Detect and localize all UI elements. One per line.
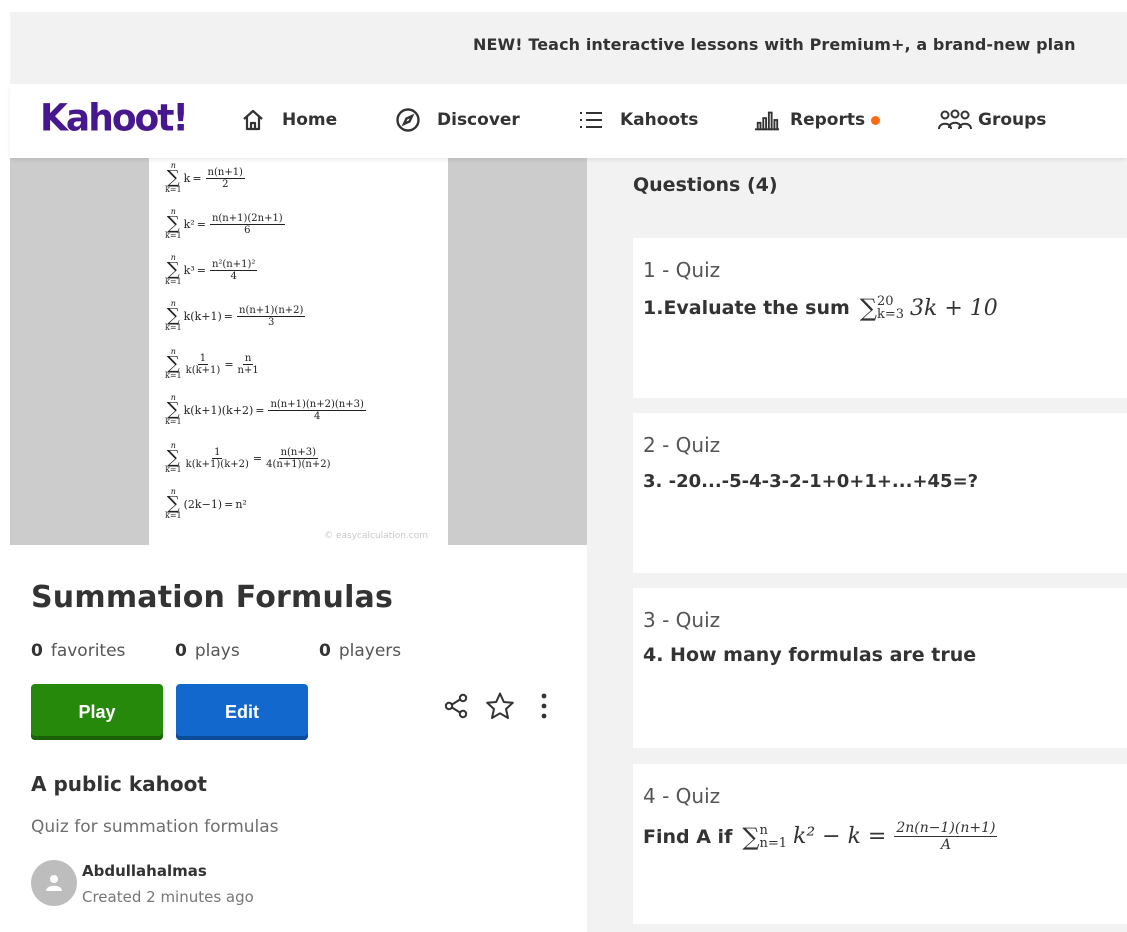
formula-row: n ∑ k=1 1 k(k+1)(k+2) = n(n+3) 4(n+1)(n+2) <box>165 441 331 474</box>
bar-chart-icon <box>754 107 780 133</box>
nav-home-label: Home <box>282 110 338 130</box>
favorite-star-icon[interactable] <box>485 690 515 722</box>
formula-row: n ∑ k=1 1 k(k+1) = n n+1 <box>165 347 259 380</box>
nav-groups[interactable]: Groups <box>938 106 1046 134</box>
questions-panel: Questions (4) 1 - Quiz 1.Evaluate the su… <box>587 158 1127 932</box>
nav-reports[interactable]: Reports <box>754 106 881 134</box>
play-button[interactable]: Play <box>31 684 163 740</box>
nav-discover-label: Discover <box>437 110 520 130</box>
question-text: 3. -20...-5-4-3-2-1+0+1+...+45=? <box>643 471 979 492</box>
kahoot-logo[interactable]: Kahoot! <box>40 97 189 140</box>
question-math: ∑ n n=1 k² − k = 2n(n−1)(n+1) A <box>742 820 998 853</box>
formula-row: n ∑ k=1 k(k+1)(k+2) = n(n+1)(n+2)(n+3) 4 <box>165 393 366 426</box>
kahoot-stats: 0 favorites 0 plays 0 players <box>31 641 443 661</box>
formula-row: n ∑ k=1 k(k+1) = n(n+1)(n+2) 3 <box>165 299 306 332</box>
nav-groups-label: Groups <box>978 110 1047 130</box>
user-icon <box>46 875 62 891</box>
nav-kahoots-label: Kahoots <box>620 110 699 130</box>
groups-icon <box>938 107 972 133</box>
nav-reports-label: Reports <box>790 110 866 130</box>
formula-image: © easycalculation.com n ∑ k=1 k = n(n+1) 2 n ∑ k=… <box>149 158 448 545</box>
stat-plays: 0 plays <box>175 641 240 661</box>
list-icon <box>578 107 604 133</box>
question-text: Find A if ∑ n n=1 k² − k = 2n(n−1)(n+1) A <box>643 820 998 853</box>
top-nav: Kahoot! Home Discover Kahoots Reports Gr… <box>10 84 1127 158</box>
created-time: Created 2 minutes ago <box>82 888 254 906</box>
formula-row: n ∑ k=1 (2k−1) = n² <box>165 487 247 520</box>
question-card[interactable]: 2 - Quiz 3. -20...-5-4-3-2-1+0+1+...+45=… <box>633 413 1127 573</box>
question-card[interactable]: 3 - Quiz 4. How many formulas are true <box>633 588 1127 748</box>
author-name[interactable]: Abdullahalmas <box>82 862 207 880</box>
compass-icon <box>395 107 421 133</box>
edit-button[interactable]: Edit <box>176 684 308 740</box>
stat-players: 0 players <box>319 641 402 661</box>
kahoot-description: Quiz for summation formulas <box>31 817 279 837</box>
question-number: 4 - Quiz <box>643 784 721 808</box>
question-card[interactable]: 1 - Quiz 1.Evaluate the sum ∑ 20 k=3 3k +… <box>633 238 1127 398</box>
formula-row: n ∑ k=1 k² = n(n+1)(2n+1) 6 <box>165 207 285 240</box>
question-math: ∑ 20 k=3 3k + 10 <box>859 294 998 322</box>
promo-banner[interactable]: NEW! Teach interactive lessons with Prem… <box>10 12 1127 84</box>
nav-home[interactable]: Home <box>240 106 337 134</box>
question-text: 1.Evaluate the sum ∑ 20 k=3 3k + 10 <box>643 294 998 322</box>
kahoot-cover-image: © easycalculation.com n ∑ k=1 k = n(n+1) 2 n ∑ k=… <box>10 158 587 545</box>
formula-row: n ∑ k=1 k³ = n²(n+1)² 4 <box>165 253 258 286</box>
question-card[interactable]: 4 - Quiz Find A if ∑ n n=1 k² − k = 2n(n−… <box>633 764 1127 924</box>
more-options-icon[interactable] <box>529 690 559 722</box>
question-text: 4. How many formulas are true <box>643 644 977 666</box>
question-number: 2 - Quiz <box>643 433 721 457</box>
image-watermark: © easycalculation.com <box>324 531 428 541</box>
nav-discover[interactable]: Discover <box>395 106 520 134</box>
question-number: 3 - Quiz <box>643 608 721 632</box>
reports-notification-dot <box>871 115 881 125</box>
share-icon[interactable] <box>441 690 471 722</box>
nav-kahoots[interactable]: Kahoots <box>578 106 698 134</box>
question-number: 1 - Quiz <box>643 258 721 282</box>
banner-text[interactable]: NEW! Teach interactive lessons with Prem… <box>473 35 1076 54</box>
kahoot-title: Summation Formulas <box>31 580 394 615</box>
home-icon <box>240 107 266 133</box>
stat-favorites: 0 favorites <box>31 641 126 661</box>
formula-row: n ∑ k=1 k = n(n+1) 2 <box>165 161 245 194</box>
visibility-label: A public kahoot <box>31 772 207 796</box>
avatar[interactable] <box>31 860 77 906</box>
questions-header: Questions (4) <box>633 174 778 196</box>
